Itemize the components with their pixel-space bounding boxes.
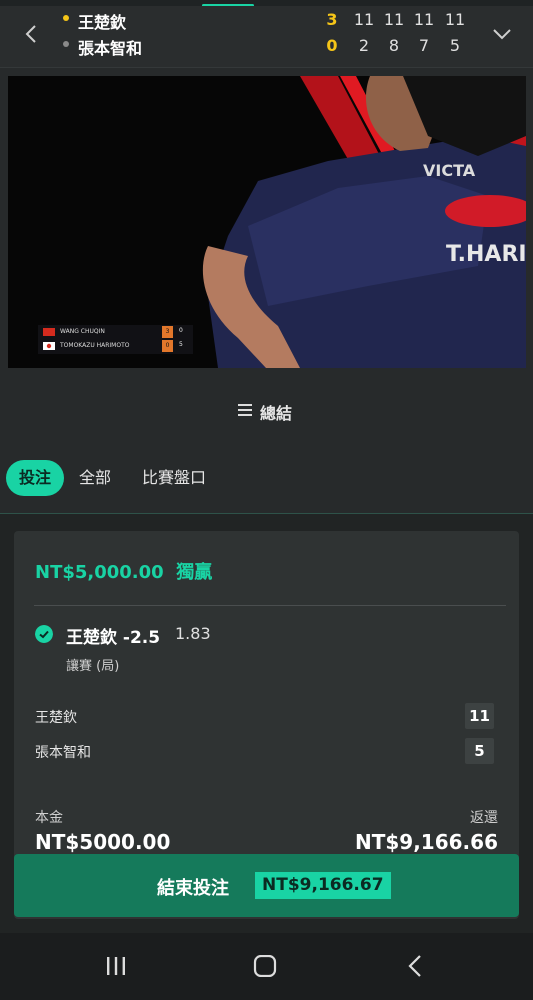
back-icon[interactable]	[404, 955, 428, 977]
serve-indicator-player1	[63, 15, 69, 21]
player1-name: 王楚欽	[78, 13, 127, 32]
return-label: 返還	[470, 810, 498, 826]
chevron-down-icon[interactable]	[490, 24, 514, 44]
stake-label: 本金	[35, 810, 63, 826]
svg-text:VICTA: VICTA	[423, 161, 476, 180]
summary-label: 總結	[260, 404, 293, 423]
player1-game4: 11	[444, 10, 466, 29]
tab-bets[interactable]: 投注	[6, 460, 65, 496]
divider	[34, 605, 506, 606]
japan-flag-icon	[43, 342, 55, 350]
check-circle-icon	[35, 625, 53, 643]
menu-lines-icon	[238, 404, 252, 416]
bet-odds: 1.83	[175, 624, 211, 643]
overlay-points-player1: 0	[179, 327, 183, 334]
return-value: NT$9,166.66	[355, 830, 498, 854]
overlay-points-player2: 5	[179, 341, 183, 348]
system-nav-bar	[0, 933, 533, 1000]
match-header: 王楚欽 張本智和 3 11 11 11 11 0 2 8 7 5	[0, 6, 533, 68]
stake-value: NT$5000.00	[35, 830, 171, 854]
bet-market: 讓賽 (局)	[66, 659, 120, 674]
home-icon[interactable]	[253, 955, 277, 977]
recent-apps-icon[interactable]	[104, 955, 128, 977]
broadcast-score-overlay: WANG CHUQIN 3 0 TOMOKAZU HARIMOTO 0 5	[38, 325, 193, 354]
cashout-label: 結束投注	[157, 878, 229, 899]
overlay-row-player1: WANG CHUQIN 3 0	[38, 325, 193, 339]
player2-game3: 7	[418, 36, 430, 55]
tab-bar: 投注 全部 比賽盤口	[0, 455, 533, 503]
summary-toggle[interactable]: 總結	[0, 380, 533, 440]
player2-game4: 5	[449, 36, 461, 55]
overlay-row-player2: TOMOKAZU HARIMOTO 0 5	[38, 339, 193, 353]
player1-sets: 3	[326, 10, 338, 29]
live-video-stream[interactable]: T.HARIM VICTA WANG CHUQIN 3 0 TOMOKAZU H…	[8, 76, 526, 368]
player2-name: 張本智和	[78, 39, 143, 58]
bet-title: NT$5,000.00 獨贏	[35, 562, 213, 583]
score-row-player1-name: 王楚欽	[35, 710, 77, 726]
overlay-name-player2: TOMOKAZU HARIMOTO	[60, 342, 130, 349]
china-flag-icon	[43, 328, 55, 336]
score-row-player2-value: 5	[465, 738, 494, 764]
overlay-sets-player2: 0	[162, 340, 173, 352]
tab-match-markets[interactable]: 比賽盤口	[142, 460, 206, 496]
player1-game3: 11	[413, 10, 435, 29]
svg-text:T.HARIM: T.HARIM	[446, 242, 526, 267]
player2-game2: 8	[388, 36, 400, 55]
score-row-player2-name: 張本智和	[35, 745, 91, 761]
cashout-button[interactable]: 結束投注 NT$9,166.67	[14, 854, 519, 917]
player2-game1: 2	[358, 36, 370, 55]
overlay-name-player1: WANG CHUQIN	[60, 328, 105, 335]
serve-indicator-player2	[63, 41, 69, 47]
tab-all[interactable]: 全部	[79, 460, 111, 496]
score-row-player1-value: 11	[465, 703, 494, 729]
player2-sets: 0	[326, 36, 338, 55]
overlay-sets-player1: 3	[162, 326, 173, 338]
cashout-amount: NT$9,166.67	[255, 872, 391, 899]
player1-game1: 11	[353, 10, 375, 29]
bet-selection: 王楚欽 -2.5	[66, 628, 161, 648]
back-arrow-icon[interactable]	[20, 22, 44, 46]
player1-game2: 11	[383, 10, 405, 29]
